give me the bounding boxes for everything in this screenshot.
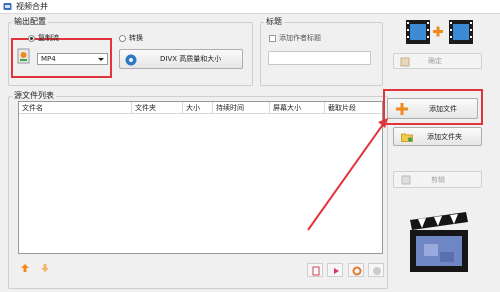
move-down-icon[interactable] xyxy=(40,263,50,273)
column-header-clip[interactable]: 截取片段 xyxy=(325,102,382,114)
title-bar: 视频合并 xyxy=(0,0,500,14)
column-header-size[interactable]: 大小 xyxy=(183,102,213,114)
chevron-down-icon xyxy=(98,58,104,61)
title-legend: 标题 xyxy=(264,17,284,26)
app-icon xyxy=(3,3,12,10)
author-title-input[interactable] xyxy=(268,51,371,65)
add-author-title-label: 添加作者标题 xyxy=(279,34,321,42)
column-header-folder[interactable]: 文件夹 xyxy=(132,102,183,114)
window-title: 视频合并 xyxy=(16,2,48,11)
add-folder-button[interactable]: 添加文件夹 xyxy=(393,127,482,146)
info-button[interactable] xyxy=(368,263,384,277)
scissors-icon xyxy=(401,175,411,185)
add-author-title-checkbox[interactable] xyxy=(269,35,276,42)
clip-label: 剪辑 xyxy=(431,176,445,184)
quality-settings-label: DIVX 高质量和大小 xyxy=(160,55,222,63)
play-icon xyxy=(334,268,339,274)
add-file-label: 添加文件 xyxy=(429,105,457,113)
add-file-button[interactable]: 添加文件 xyxy=(387,98,478,119)
folder-add-icon xyxy=(401,133,413,142)
quality-settings-button[interactable]: DIVX 高质量和大小 xyxy=(119,49,243,69)
confirm-label: 确定 xyxy=(428,57,442,65)
clip-button[interactable]: 剪辑 xyxy=(393,171,482,188)
add-folder-label: 添加文件夹 xyxy=(427,133,462,141)
remove-file-icon xyxy=(312,266,320,276)
settings-button[interactable] xyxy=(348,263,364,277)
column-header-filename[interactable]: 文件名 xyxy=(19,102,132,114)
column-header-screen-size[interactable]: 屏幕大小 xyxy=(270,102,325,114)
confirm-button[interactable]: 确定 xyxy=(393,53,482,69)
info-icon xyxy=(373,267,381,275)
remove-file-button[interactable] xyxy=(307,263,323,277)
source-file-table[interactable]: 文件名 文件夹 大小 持续时间 屏幕大小 截取片段 xyxy=(18,101,383,254)
copy-stream-label: 复制流 xyxy=(38,34,59,42)
convert-label: 转换 xyxy=(129,34,143,42)
play-file-button[interactable] xyxy=(327,263,343,277)
copy-stream-radio[interactable] xyxy=(28,35,35,42)
source-list-legend: 源文件列表 xyxy=(12,91,56,100)
clapperboard-icon xyxy=(410,212,468,272)
output-config-legend: 输出配置 xyxy=(12,17,48,26)
disc-icon xyxy=(125,54,137,66)
confirm-icon xyxy=(400,57,410,67)
format-select-value: MP4 xyxy=(41,55,56,63)
format-select[interactable]: MP4 xyxy=(37,53,108,65)
move-up-icon[interactable] xyxy=(20,263,30,273)
gear-icon xyxy=(352,266,362,276)
column-header-duration[interactable]: 持续时间 xyxy=(213,102,270,114)
convert-radio[interactable] xyxy=(119,35,126,42)
add-icon xyxy=(396,103,408,115)
format-icon xyxy=(17,48,30,64)
film-merge-logo xyxy=(406,20,473,44)
